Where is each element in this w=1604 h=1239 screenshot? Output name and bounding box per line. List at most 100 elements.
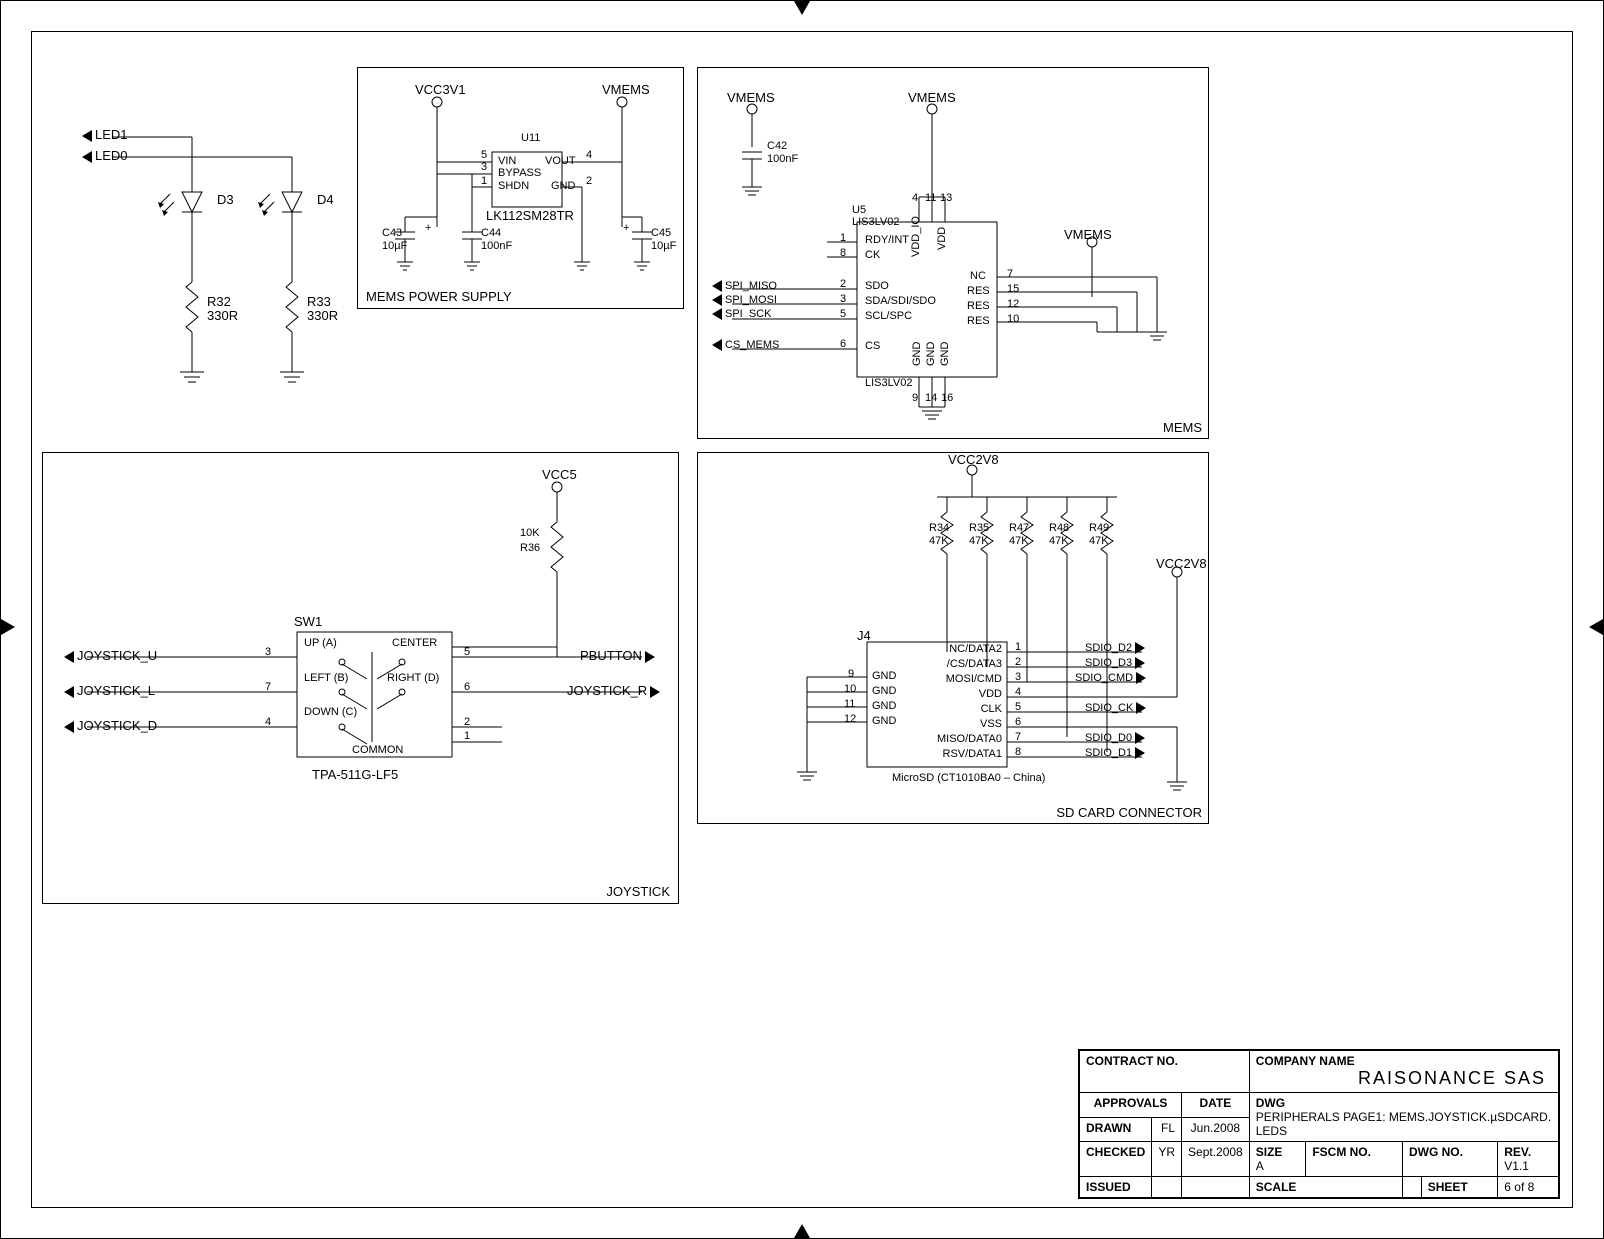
p5: 5 <box>481 149 487 161</box>
p1: 1 <box>481 175 487 187</box>
vmems1: VMEMS <box>727 90 775 105</box>
r36-val: 10K <box>520 527 540 539</box>
sw1-part: TPA-511G-LF5 <box>312 767 398 782</box>
j4-gnd2: GND <box>872 685 896 697</box>
schematic-sheet: LED1 LED0 D3 D4 R32 330R R33 330R MEMS P… <box>0 0 1604 1239</box>
jp12: 12 <box>844 713 856 725</box>
j4-gnd4: GND <box>872 715 896 727</box>
net-sdio-ck: SDIO_CK <box>1085 702 1146 714</box>
net-led1: LED1 <box>82 127 128 142</box>
pin-rdy: RDY/INT <box>865 234 909 246</box>
pin-vout: VOUT <box>545 155 576 167</box>
sw-up: UP (A) <box>304 637 337 649</box>
net-pbutton: PBUTTON <box>580 648 655 663</box>
pin-nc: NC <box>970 270 986 282</box>
drawn-date: Jun.2008 <box>1182 1117 1250 1142</box>
rev-lbl: REV. <box>1504 1145 1531 1159</box>
net-sdio-d1: SDIO_D1 <box>1085 747 1145 759</box>
r33-val: 330R <box>307 308 338 323</box>
j4-cs: /CS/DATA3 <box>922 658 1002 670</box>
size-lbl: SIZE <box>1256 1145 1283 1159</box>
vcc2v8-top: VCC2V8 <box>948 452 999 467</box>
r32-val: 330R <box>207 308 238 323</box>
jn7: 7 <box>265 681 271 693</box>
jp7: 7 <box>1015 731 1021 743</box>
net-sdio-cmd: SDIO_CMD <box>1075 672 1146 684</box>
pr12: 12 <box>1007 298 1019 310</box>
pb9: 9 <box>912 392 918 404</box>
j4-mosi: MOSI/CMD <box>922 673 1002 685</box>
company-name: RAISONANCE SAS <box>1358 1068 1552 1089</box>
pn5: 5 <box>840 308 846 320</box>
pb16: 16 <box>941 392 953 404</box>
j4-clk: CLK <box>922 703 1002 715</box>
jp1: 1 <box>1015 641 1021 653</box>
p4: 4 <box>586 149 592 161</box>
c42-ref: C42 <box>767 140 787 152</box>
pt11: 11 <box>925 192 936 204</box>
jp5: 5 <box>1015 701 1021 713</box>
pin-ck: CK <box>865 249 880 261</box>
sw-down: DOWN (C) <box>304 706 357 718</box>
p2: 2 <box>586 175 592 187</box>
drawn-lbl: DRAWN <box>1080 1117 1152 1142</box>
u5-ref: U5 <box>852 204 866 216</box>
pn1: 1 <box>840 232 846 244</box>
j4-vdd: VDD <box>922 688 1002 700</box>
j4-rsv: RSV/DATA1 <box>922 748 1002 760</box>
net-joy-r: JOYSTICK_R <box>567 683 660 698</box>
net-joy-d: JOYSTICK_D <box>64 718 157 733</box>
dwgno-lbl: DWG NO. <box>1402 1142 1497 1177</box>
jn3: 3 <box>265 646 271 658</box>
r35-val: 47K <box>969 535 989 547</box>
net-sdio-d2: SDIO_D2 <box>1085 642 1145 654</box>
u11-part: LK112SM28TR <box>486 208 574 223</box>
pin-res3: RES <box>967 315 990 327</box>
pin-gnd3: GND <box>939 342 951 366</box>
arrow-bottom <box>794 1224 810 1238</box>
issued-lbl: ISSUED <box>1080 1177 1152 1198</box>
jn1: 1 <box>464 730 470 742</box>
pin-shdn: SHDN <box>498 180 529 192</box>
arrow-left <box>1 619 15 635</box>
j4-nc: NC/DATA2 <box>922 643 1002 655</box>
vcc3v1: VCC3V1 <box>415 82 466 97</box>
sw-center: CENTER <box>392 637 437 649</box>
pr10: 10 <box>1007 313 1019 325</box>
rev-val: V1.1 <box>1504 1159 1529 1173</box>
net-sdio-d3: SDIO_D3 <box>1085 657 1145 669</box>
company-name-lbl: COMPANY NAME <box>1256 1054 1355 1068</box>
r33-ref: R33 <box>307 294 331 309</box>
r49-ref: R49 <box>1089 522 1109 534</box>
c43-val: 10µF <box>382 240 407 252</box>
pn6: 6 <box>840 338 846 350</box>
u5-part-bot: LIS3LV02 <box>865 377 913 389</box>
pt13: 13 <box>940 192 952 204</box>
size-val: A <box>1256 1159 1264 1173</box>
vcc5: VCC5 <box>542 467 577 482</box>
net-sdio-d0: SDIO_D0 <box>1085 732 1145 744</box>
sheet-val: 6 of 8 <box>1498 1177 1559 1198</box>
pin-vddio: VDD_IO <box>910 216 922 257</box>
u11-ref: U11 <box>521 132 540 144</box>
jp4: 4 <box>1015 686 1021 698</box>
c45-val: 10µF <box>651 240 676 252</box>
sw-right: RIGHT (D) <box>387 672 439 684</box>
pb14: 14 <box>925 392 937 404</box>
u5-part-top: LIS3LV02 <box>852 216 900 228</box>
jp2: 2 <box>1015 656 1021 668</box>
date-lbl: DATE <box>1182 1093 1250 1118</box>
net-led0: LED0 <box>82 148 128 163</box>
d3-ref: D3 <box>217 192 234 207</box>
pr15: 15 <box>1007 283 1019 295</box>
vmems2: VMEMS <box>908 90 956 105</box>
r35-ref: R35 <box>969 522 989 534</box>
sdcard-schematic <box>697 452 1207 822</box>
sw1-ref: SW1 <box>294 614 322 629</box>
jn2: 2 <box>464 716 470 728</box>
approvals-lbl: APPROVALS <box>1080 1093 1182 1118</box>
pin-gnd1: GND <box>911 342 923 366</box>
pn3: 3 <box>840 293 846 305</box>
r32-ref: R32 <box>207 294 231 309</box>
j4-gnd1: GND <box>872 670 896 682</box>
